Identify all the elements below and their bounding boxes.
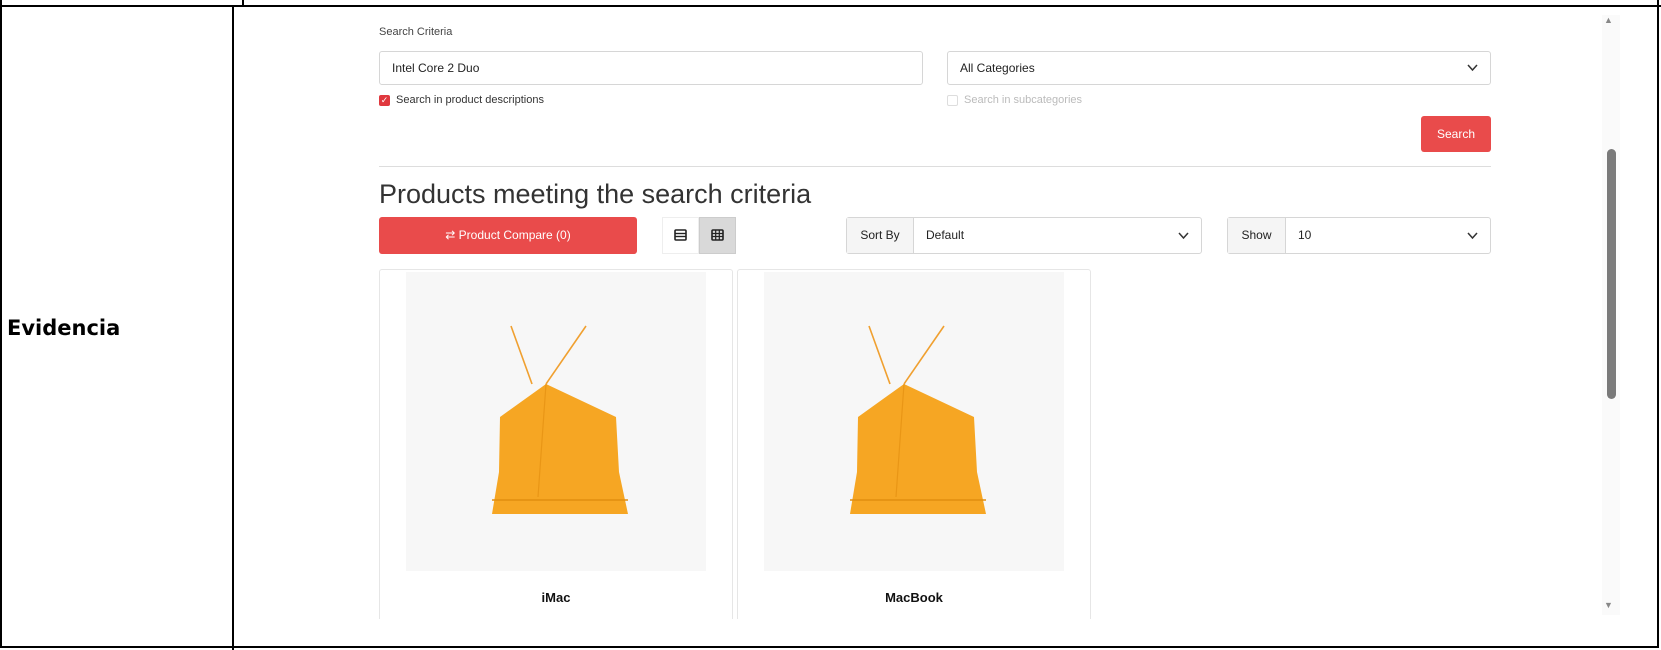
product-compare-button[interactable]: ⇄ Product Compare (0): [379, 217, 637, 254]
product-card[interactable]: MacBook: [737, 269, 1091, 619]
product-name[interactable]: iMac: [380, 590, 732, 605]
show-limit-select[interactable]: 10: [1286, 218, 1490, 253]
checkbox-unchecked-icon[interactable]: [947, 94, 958, 106]
table-top-tick: [242, 0, 244, 6]
grid-view-icon: [711, 229, 724, 241]
search-input[interactable]: Intel Core 2 Duo: [379, 51, 923, 85]
scroll-up-arrow-icon[interactable]: ▲: [1604, 15, 1613, 25]
screenshot-viewport: Search Criteria Intel Core 2 Duo All Cat…: [234, 7, 1659, 619]
sort-by-value: Default: [926, 228, 965, 242]
orange-top-image: [850, 325, 986, 514]
product-name[interactable]: MacBook: [738, 590, 1090, 605]
search-button[interactable]: Search: [1421, 116, 1491, 152]
results-title: Products meeting the search criteria: [379, 179, 812, 209]
chevron-down-icon: [1467, 52, 1478, 97]
checkbox-checked-icon[interactable]: ✓: [379, 94, 390, 106]
show-limit-value: 10: [1298, 228, 1312, 242]
product-card[interactable]: iMac: [379, 269, 733, 619]
search-criteria-label: Search Criteria: [379, 26, 453, 38]
product-image[interactable]: [406, 272, 706, 571]
scrollbar-thumb[interactable]: [1607, 149, 1616, 399]
list-view-icon: [674, 229, 687, 241]
chevron-down-icon: [1178, 218, 1189, 268]
list-view-button[interactable]: [662, 217, 699, 254]
search-descriptions-label: Search in product descriptions: [396, 94, 544, 106]
chevron-down-icon: [1467, 218, 1478, 268]
grid-view-button[interactable]: [699, 217, 736, 254]
search-subcategories-checkbox-row[interactable]: Search in subcategories: [947, 94, 1082, 106]
show-label: Show: [1228, 218, 1286, 253]
search-subcategories-label: Search in subcategories: [964, 94, 1083, 106]
category-select[interactable]: All Categories: [947, 51, 1491, 85]
search-descriptions-checkbox-row[interactable]: ✓ Search in product descriptions: [379, 94, 544, 106]
sort-by-group[interactable]: Sort By Default: [846, 217, 1202, 254]
scroll-down-arrow-icon[interactable]: ▼: [1604, 600, 1613, 610]
sort-by-select[interactable]: Default: [914, 218, 1201, 253]
sort-by-label: Sort By: [847, 218, 914, 253]
orange-top-image: [492, 325, 628, 514]
category-select-value: All Categories: [960, 61, 1035, 75]
product-image[interactable]: [764, 272, 1064, 571]
show-limit-group[interactable]: Show 10: [1227, 217, 1491, 254]
section-divider: [379, 166, 1491, 167]
row-label-evidencia: Evidencia: [7, 316, 121, 340]
